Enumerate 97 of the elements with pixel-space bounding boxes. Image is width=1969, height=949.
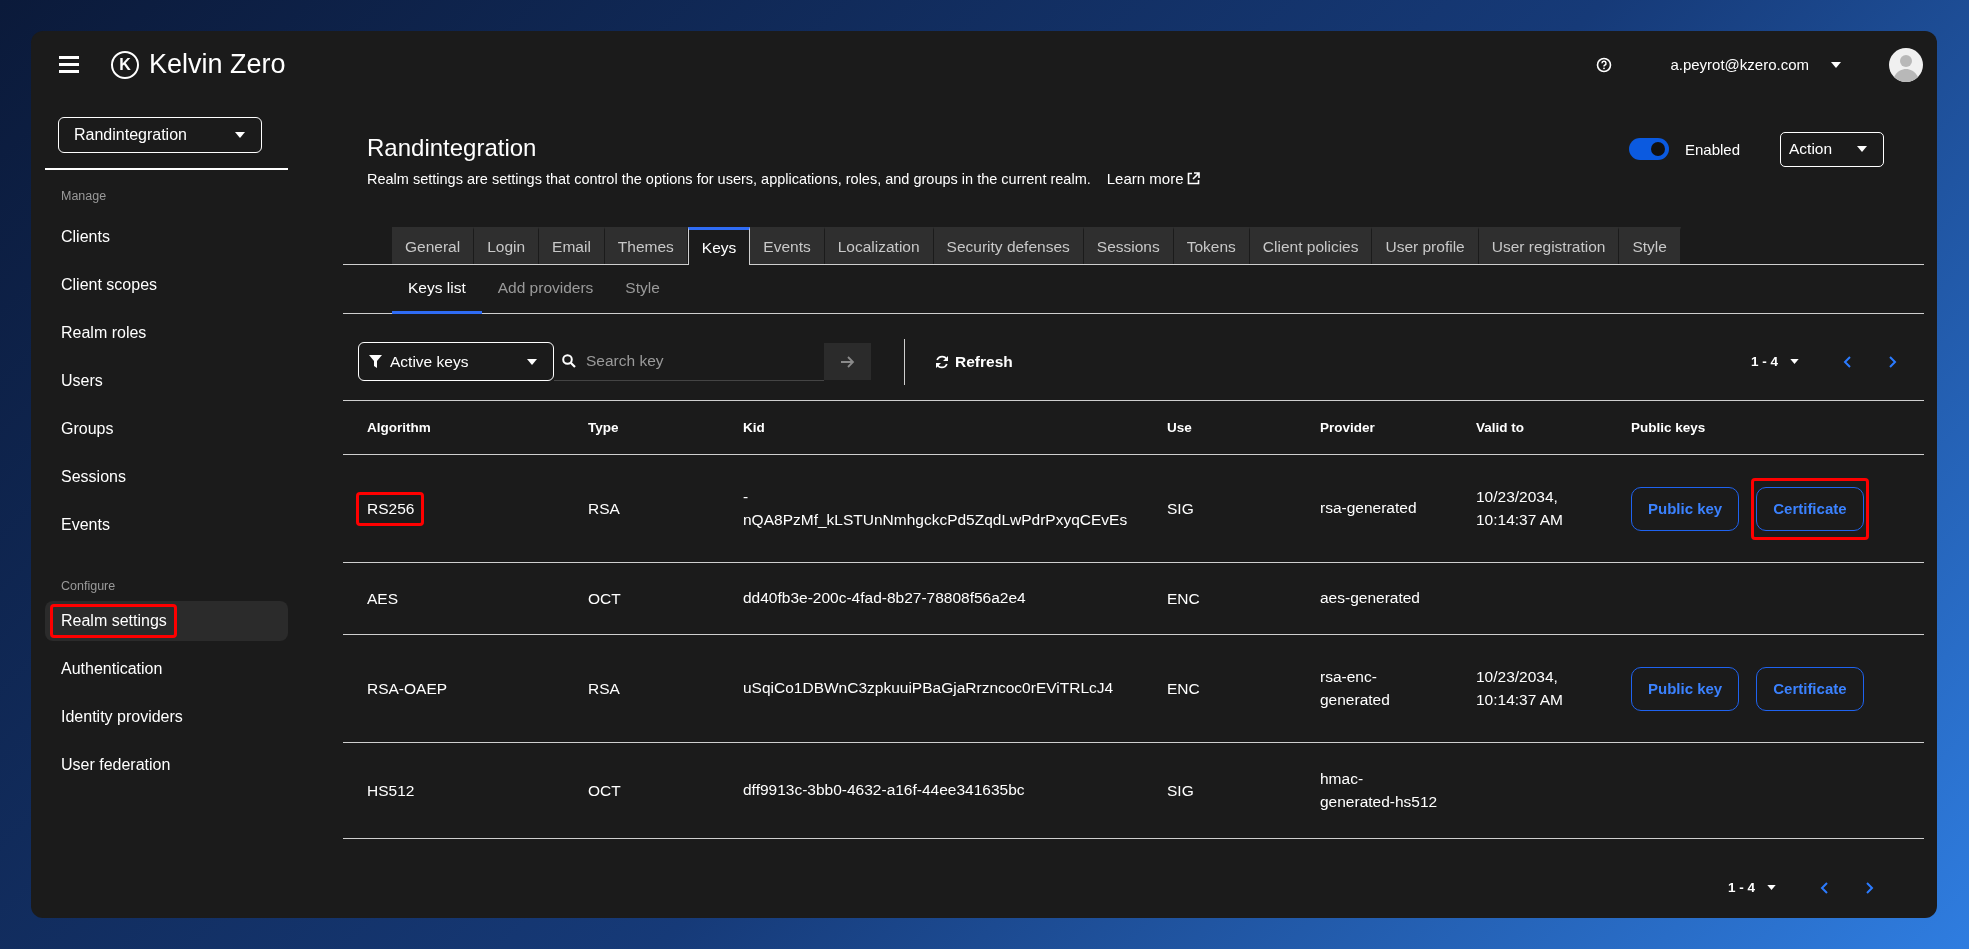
subtab[interactable]: Style xyxy=(609,265,676,314)
table-cell-text: rsa-generated xyxy=(1320,498,1417,519)
nav-section-heading: Configure xyxy=(60,578,117,593)
column-header: Use xyxy=(1167,400,1320,455)
caret-icon xyxy=(1857,146,1867,152)
tab[interactable]: Keys xyxy=(687,227,751,265)
key-button[interactable]: Public key xyxy=(1631,486,1740,531)
page-description: Realm settings are settings that control the options for users, applications, roles, and groups in the current realm. xyxy=(367,170,1091,187)
table-cell-text: 10/23/2034, 10:14:37 AM xyxy=(1476,487,1564,530)
table-cell-text: - nQA8PzMf_kLSTUnNmhgckcPd5ZqdLwPdrPxyqCEvEs xyxy=(743,487,1128,530)
table-cell: SIG xyxy=(1167,781,1194,799)
tab[interactable]: Tokens xyxy=(1173,227,1250,264)
table-cell: ENC xyxy=(1167,589,1200,607)
table-cell: SIG xyxy=(1167,499,1194,517)
search-icon xyxy=(562,354,576,368)
table-cell: OCT xyxy=(588,589,621,607)
page-title: Randintegration xyxy=(367,133,538,162)
table-cell: AES xyxy=(367,589,398,608)
table-cell-text: 10/23/2034, 10:14:37 AM xyxy=(1476,667,1564,710)
caret-icon xyxy=(235,132,245,138)
tab[interactable]: General xyxy=(392,227,475,264)
column-header: Algorithm xyxy=(343,400,588,455)
tab[interactable]: Localization xyxy=(824,227,934,264)
next-page-icon[interactable] xyxy=(1866,881,1874,894)
column-header: Valid to xyxy=(1476,400,1631,455)
subtab[interactable]: Keys list xyxy=(392,265,482,314)
table-cell: RSA-OAEP xyxy=(367,679,448,698)
table-cell: RS256 xyxy=(367,499,415,518)
menu-icon[interactable] xyxy=(59,56,79,73)
nav-item[interactable]: Sessions xyxy=(45,457,288,497)
table-cell: RSA xyxy=(588,499,620,517)
table-cell-text: rsa-enc- generated xyxy=(1320,667,1390,710)
caret-icon xyxy=(1767,885,1776,890)
tab[interactable]: Sessions xyxy=(1083,227,1174,264)
action-dropdown[interactable]: Action xyxy=(1780,131,1884,167)
table-cell: HS512 xyxy=(367,781,415,800)
nav-item[interactable]: Identity providers xyxy=(45,697,288,737)
caret-icon xyxy=(527,358,537,365)
key-button[interactable]: Certificate xyxy=(1756,486,1864,531)
enabled-switch[interactable] xyxy=(1628,138,1669,160)
switch-label: Enabled xyxy=(1684,140,1740,158)
caret-icon xyxy=(1831,61,1841,68)
table-cell: RSA xyxy=(588,679,620,697)
column-header: Kid xyxy=(743,400,1167,455)
external-link-icon xyxy=(1187,172,1201,185)
search-field[interactable]: Search key xyxy=(584,351,824,371)
tab[interactable]: Client policies xyxy=(1249,227,1373,264)
tab[interactable]: Events xyxy=(750,227,825,264)
logo-mark: K xyxy=(111,50,139,79)
table-cell: ENC xyxy=(1167,679,1200,697)
subtab[interactable]: Add providers xyxy=(481,265,610,314)
user-menu[interactable]: a.peyrot@kzero.com xyxy=(1664,55,1847,74)
key-button[interactable]: Public key xyxy=(1631,666,1740,711)
avatar-icon[interactable] xyxy=(1889,47,1923,82)
nav-item[interactable]: Realm roles xyxy=(45,313,288,353)
brand-name: Kelvin Zero xyxy=(149,49,286,80)
nav-item[interactable]: Clients xyxy=(45,217,288,257)
filter-dropdown[interactable]: Active keys xyxy=(358,342,554,381)
column-header: Public keys xyxy=(1631,400,1924,455)
tab[interactable]: Style xyxy=(1619,227,1681,264)
refresh-icon xyxy=(935,354,949,369)
table-cell: OCT xyxy=(588,781,621,799)
tab[interactable]: User profile xyxy=(1372,227,1479,264)
column-header: Type xyxy=(588,400,743,455)
tab[interactable]: User registration xyxy=(1478,227,1620,264)
tab[interactable]: Themes xyxy=(604,227,688,264)
column-header: Provider xyxy=(1320,400,1476,455)
nav-item[interactable]: Events xyxy=(45,505,288,545)
learn-more-link[interactable]: Learn more xyxy=(1106,170,1201,187)
pagination-dropdown[interactable]: 1 - 4 xyxy=(1722,879,1782,896)
nav-item[interactable]: Users xyxy=(45,361,288,401)
next-page-icon[interactable] xyxy=(1889,355,1897,368)
help-icon[interactable] xyxy=(1596,56,1613,73)
pagination-dropdown[interactable]: 1 - 4 xyxy=(1745,353,1805,370)
realm-selector[interactable]: Randintegration xyxy=(58,117,262,153)
nav-item[interactable]: User federation xyxy=(45,745,288,785)
key-button[interactable]: Certificate xyxy=(1756,666,1864,711)
nav-item[interactable]: Groups xyxy=(45,409,288,449)
filter-icon xyxy=(369,355,382,368)
table-cell-text: hmac- generated-hs512 xyxy=(1320,769,1438,812)
search-button[interactable] xyxy=(824,343,871,380)
refresh-button[interactable]: Refresh xyxy=(929,351,1019,372)
previous-page-icon[interactable] xyxy=(1820,881,1828,894)
table-cell-text: uSqiCo1DBWnC3zpkuuiPBaGjaRrzncoc0rEViTRLcJ4 xyxy=(743,678,1114,699)
table-cell-text: dff9913c-3bb0-4632-a16f-44ee341635bc xyxy=(743,780,1025,801)
tab[interactable]: Email xyxy=(539,227,605,264)
arrow-right-icon xyxy=(840,355,855,368)
nav-section-heading: Manage xyxy=(60,188,108,205)
previous-page-icon[interactable] xyxy=(1843,355,1851,368)
table-cell-text: dd40fb3e-200c-4fad-8b27-78808f56a2e4 xyxy=(743,588,1026,609)
tab[interactable]: Security defenses xyxy=(933,227,1084,264)
caret-icon xyxy=(1790,359,1799,364)
nav-item[interactable]: Client scopes xyxy=(45,265,288,305)
tab[interactable]: Login xyxy=(474,227,540,264)
nav-item[interactable]: Authentication xyxy=(45,649,288,689)
table-cell-text: aes-generated xyxy=(1320,588,1420,609)
nav-item[interactable]: Realm settings xyxy=(45,601,288,641)
